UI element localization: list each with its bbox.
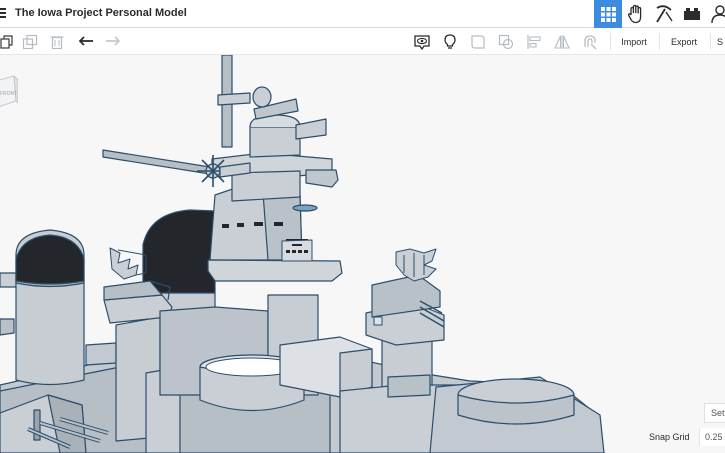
mirror-button[interactable] <box>549 28 575 55</box>
ungroup-button[interactable] <box>493 28 519 55</box>
copy-icon <box>0 34 13 49</box>
editing-toolbar: Import Export S <box>0 28 725 55</box>
blocks-view-button[interactable] <box>622 0 650 28</box>
user-icon <box>711 5 725 24</box>
show-all-button[interactable] <box>409 28 435 55</box>
toolbar-divider <box>610 33 611 50</box>
ungroup-icon <box>498 34 514 49</box>
import-button[interactable]: Import <box>614 34 654 50</box>
pickaxe-icon <box>656 5 673 23</box>
tinkercad-editor: The Iowa Project Personal Model Import E… <box>0 0 725 453</box>
hand-icon <box>627 4 642 24</box>
bricks-view-button[interactable] <box>650 0 678 28</box>
snap-grid-label: Snap Grid <box>649 432 690 442</box>
workplane-settings-button[interactable]: Set <box>704 403 725 423</box>
group-icon <box>471 34 485 49</box>
duplicate-button[interactable] <box>17 28 43 55</box>
lightbulb-icon <box>444 33 456 49</box>
export-button[interactable]: Export <box>663 34 705 50</box>
cruise-button[interactable] <box>577 28 603 55</box>
duplicate-icon <box>22 34 38 49</box>
magnet-icon <box>584 34 597 49</box>
undo-button[interactable] <box>73 28 99 55</box>
brick-icon <box>684 8 700 20</box>
align-icon <box>527 34 541 49</box>
share-button[interactable]: S <box>713 34 725 50</box>
mirror-icon <box>554 34 570 49</box>
user-menu-button[interactable] <box>706 0 725 28</box>
delete-button[interactable] <box>44 28 70 55</box>
workplane-viewport[interactable]: FRONT <box>0 55 725 453</box>
redo-button[interactable] <box>99 28 125 55</box>
view-cube-label: FRONT <box>0 91 17 97</box>
lego-view-button[interactable] <box>678 0 706 28</box>
delete-icon <box>50 35 64 49</box>
view-cube[interactable]: FRONT <box>0 75 18 111</box>
title-bar: The Iowa Project Personal Model <box>0 0 725 28</box>
toolbar-divider <box>710 33 711 50</box>
document-title[interactable]: The Iowa Project Personal Model <box>15 7 187 19</box>
group-button[interactable] <box>465 28 491 55</box>
show-all-icon <box>414 34 430 50</box>
battleship-model[interactable] <box>0 55 725 453</box>
snap-grid-dropdown[interactable]: 0.25 <box>699 428 725 446</box>
redo-icon <box>105 36 120 46</box>
grid-icon <box>600 6 616 22</box>
hamburger-icon[interactable] <box>0 8 8 20</box>
undo-icon <box>78 36 93 46</box>
align-button[interactable] <box>521 28 547 55</box>
notes-button[interactable] <box>437 28 463 55</box>
toolbar-divider <box>659 33 660 50</box>
3d-design-view-button[interactable] <box>594 0 622 28</box>
